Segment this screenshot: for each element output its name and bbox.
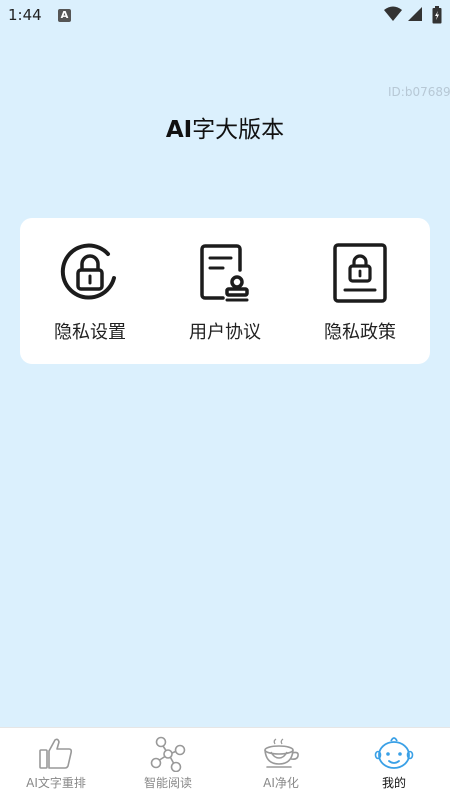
- privacy-policy-label: 隐私政策: [324, 322, 396, 343]
- nav-ai-text-rearrange[interactable]: AI文字重排: [0, 728, 112, 800]
- thumbs-up-icon: [39, 738, 73, 769]
- a-badge-icon: A: [58, 9, 71, 22]
- nav-mine-label: 我的: [381, 776, 406, 790]
- privacy-policy-icon: [333, 243, 387, 303]
- page-title: AI字大版本: [0, 110, 450, 144]
- status-bar: 1:44 A: [0, 0, 450, 32]
- signal-icon: [408, 7, 422, 21]
- status-time: 1:44: [8, 6, 42, 24]
- nav-ai-purify-label: AI净化: [263, 776, 299, 790]
- page-title-latin: AI: [165, 117, 193, 143]
- nav-smart-reading[interactable]: 智能阅读: [112, 728, 224, 800]
- user-agreement-label: 用户协议: [189, 322, 261, 343]
- page-title-cjk: 字大版本: [192, 117, 285, 143]
- nav-smart-reading-label: 智能阅读: [143, 776, 192, 790]
- privacy-settings-button[interactable]: 隐私设置: [25, 240, 155, 350]
- nav-mine[interactable]: 我的: [338, 728, 450, 800]
- nav-ai-purify[interactable]: AI净化: [225, 728, 337, 800]
- molecule-icon: [150, 736, 186, 772]
- settings-card: 隐私设置 用户协议 隐私政策: [20, 218, 430, 364]
- privacy-settings-label: 隐私设置: [54, 322, 126, 343]
- nav-ai-text-rearrange-label: AI文字重排: [26, 776, 86, 790]
- bottom-nav: AI文字重排 智能阅读 AI净化 我的: [0, 727, 450, 800]
- privacy-policy-button[interactable]: 隐私政策: [295, 240, 425, 350]
- baby-face-icon: [374, 737, 414, 769]
- user-id-label: ID:b07689: [388, 85, 450, 99]
- user-agreement-button[interactable]: 用户协议: [160, 240, 290, 350]
- battery-icon: [432, 6, 442, 24]
- user-agreement-icon: [200, 244, 249, 302]
- cup-icon: [264, 738, 299, 768]
- privacy-settings-icon: [60, 243, 116, 300]
- wifi-icon: [384, 6, 402, 21]
